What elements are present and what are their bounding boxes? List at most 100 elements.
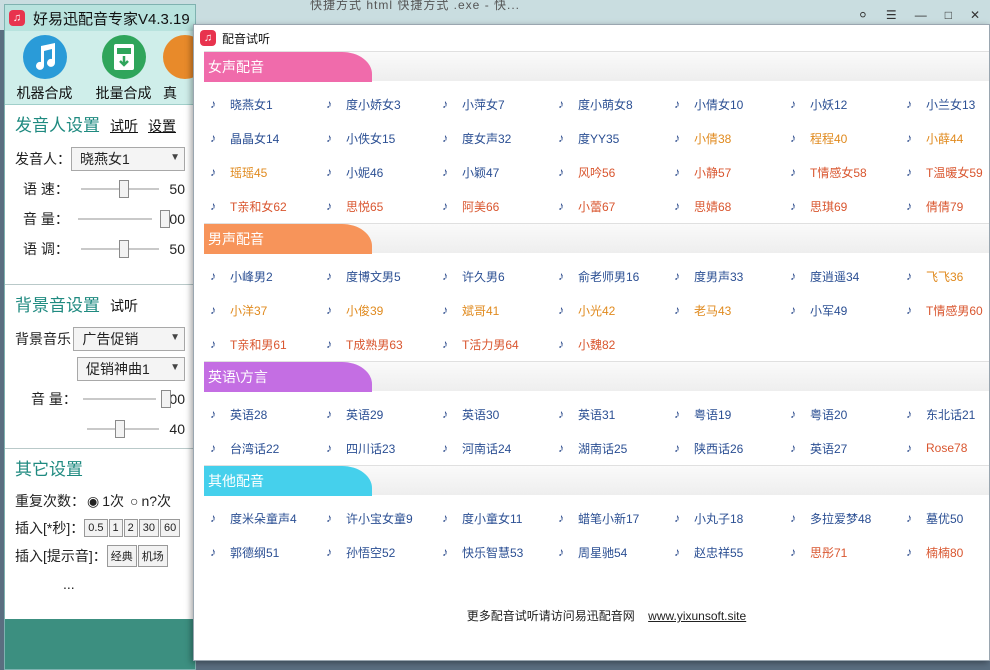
voice-item[interactable]: ♪ 思琪69 [784,189,900,223]
voice-item[interactable]: ♪ 小魏82 [552,327,668,361]
voice-item[interactable]: ♪ 河南话24 [436,431,552,465]
voice-item[interactable]: ♪ 风吟56 [552,155,668,189]
speaker-settings-link[interactable]: 设置 [148,116,176,136]
voice-item[interactable]: ♪ 度男声33 [668,259,784,293]
voice-item[interactable]: ♪ 小薛44 [900,121,990,155]
voice-item[interactable]: ♪ 小军49 [784,293,900,327]
insert-2-button[interactable]: 2 [123,519,138,537]
speed-slider[interactable] [80,180,160,198]
tip-airport-button[interactable]: 机场 [137,545,168,567]
voice-item[interactable]: ♪ T活力男64 [436,327,552,361]
volume-slider-thumb[interactable] [159,210,170,228]
voice-item[interactable]: ♪ 蜡笔小新17 [552,501,668,535]
voice-item[interactable]: ♪ 东北话21 [900,397,990,431]
voice-item[interactable]: ♪ 阿美66 [436,189,552,223]
voice-item[interactable]: ♪ 小静57 [668,155,784,189]
voice-item[interactable]: ♪ 墓优50 [900,501,990,535]
voice-item[interactable]: ♪ 小萍女7 [436,87,552,121]
voice-item[interactable]: ♪ 英语31 [552,397,668,431]
voice-item[interactable]: ♪ 飞飞36 [900,259,990,293]
voice-item[interactable]: ♪ Rose78 [900,431,990,465]
menu-icon[interactable]: ☰ [886,8,897,22]
voice-item[interactable]: ♪ 小倩女10 [668,87,784,121]
machine-synthesis-button[interactable]: 机器合成 [5,35,84,103]
voice-item[interactable]: ♪ 度小萌女8 [552,87,668,121]
speaker-select[interactable]: 晓燕女1 ▼ [71,147,185,171]
voice-item[interactable]: ♪ 度YY35 [552,121,668,155]
voice-item[interactable]: ♪ 小洋37 [204,293,320,327]
voice-item[interactable]: ♪ T亲和女62 [204,189,320,223]
voice-item[interactable]: ♪ 多拉爱梦48 [784,501,900,535]
voice-item[interactable]: ♪ T温暖女59 [900,155,990,189]
voice-item[interactable]: ♪ 度博文男5 [320,259,436,293]
voice-item[interactable]: ♪ 思婧68 [668,189,784,223]
voice-item[interactable]: ♪ 英语28 [204,397,320,431]
voice-item[interactable]: ♪ 台湾话22 [204,431,320,465]
bgm-music-select[interactable]: 广告促销 ▼ [73,327,185,351]
voice-item[interactable]: ♪ 快乐智慧53 [436,535,552,569]
voice-item[interactable]: ♪ 小光42 [552,293,668,327]
voice-item[interactable]: ♪ 小妮46 [320,155,436,189]
speed-slider-thumb[interactable] [118,180,129,198]
insert-1-button[interactable]: 1 [108,519,123,537]
voice-item[interactable]: ♪ 晓燕女1 [204,87,320,121]
voice-item[interactable]: ♪ 陕西话26 [668,431,784,465]
shirt-icon[interactable]: ⚪ [858,8,868,22]
voice-item[interactable]: ♪ 度女声32 [436,121,552,155]
voice-item[interactable]: ♪ 度小娇女3 [320,87,436,121]
voice-item[interactable]: ♪ 郭德纲51 [204,535,320,569]
voice-item[interactable]: ♪ 英语27 [784,431,900,465]
tone-slider-thumb[interactable] [118,240,129,258]
voice-item[interactable]: ♪ 斌哥41 [436,293,552,327]
voice-item[interactable]: ♪ 粤语20 [784,397,900,431]
voice-item[interactable]: ♪ 瑶瑶45 [204,155,320,189]
voice-item[interactable]: ♪ 四川话23 [320,431,436,465]
real-voice-button[interactable]: 真 [163,35,195,103]
bgm-listen-link[interactable]: 试听 [110,296,138,316]
bgm-second-slider[interactable] [87,420,160,438]
voice-item[interactable]: ♪ 小蕾67 [552,189,668,223]
tone-slider[interactable] [80,240,160,258]
voice-item[interactable]: ♪ 许小宝女童9 [320,501,436,535]
voice-item[interactable]: ♪ 小佚女15 [320,121,436,155]
voice-item[interactable]: ♪ 小俊39 [320,293,436,327]
maximize-icon[interactable]: □ [945,8,952,22]
voice-item[interactable]: ♪ 赵忠祥55 [668,535,784,569]
bgm-volume-slider-thumb[interactable] [160,390,171,408]
insert-0-5-button[interactable]: 0.5 [84,519,108,537]
volume-slider[interactable] [77,210,170,228]
voice-item[interactable]: ♪ 小颖47 [436,155,552,189]
voice-item[interactable]: ♪ 度逍遥34 [784,259,900,293]
tip-classic-button[interactable]: 经典 [106,545,137,567]
insert-60-button[interactable]: 60 [160,519,181,537]
voice-item[interactable]: ♪ 思悦65 [320,189,436,223]
voice-item[interactable]: ♪ 英语29 [320,397,436,431]
voice-item[interactable]: ♪ 度米朵童声4 [204,501,320,535]
voice-item[interactable]: ♪ T亲和男61 [204,327,320,361]
voice-item[interactable]: ♪ 俞老师男16 [552,259,668,293]
voice-item[interactable]: ♪ 度小童女11 [436,501,552,535]
bgm-track-select[interactable]: 促销神曲1 ▼ [77,357,185,381]
minimize-icon[interactable]: — [915,8,927,22]
voice-item[interactable]: ♪ 湖南话25 [552,431,668,465]
voice-item[interactable]: ♪ T情感男60 [900,293,990,327]
voice-item[interactable]: ♪ 小峰男2 [204,259,320,293]
voice-item[interactable]: ♪ 许久男6 [436,259,552,293]
batch-synthesis-button[interactable]: 批量合成 [84,35,163,103]
website-link[interactable]: www.yixunsoft.site [648,609,746,623]
more-ellipsis[interactable]: ... [63,576,75,592]
voice-item[interactable]: ♪ T情感女58 [784,155,900,189]
voice-item[interactable]: ♪ 小妖12 [784,87,900,121]
repeat-radio-n[interactable]: ○ [130,493,138,509]
voice-item[interactable]: ♪ T成熟男63 [320,327,436,361]
close-icon[interactable]: ✕ [970,8,980,22]
repeat-radio-1[interactable]: ◉ [87,493,99,510]
voice-item[interactable]: ♪ 小丸子18 [668,501,784,535]
voice-item[interactable]: ♪ 程程40 [784,121,900,155]
insert-30-button[interactable]: 30 [138,519,160,537]
voice-item[interactable]: ♪ 思彤71 [784,535,900,569]
bgm-volume-slider[interactable] [82,390,171,408]
bgm-second-slider-thumb[interactable] [115,420,125,438]
voice-item[interactable]: ♪ 粤语19 [668,397,784,431]
voice-item[interactable]: ♪ 倩倩79 [900,189,990,223]
